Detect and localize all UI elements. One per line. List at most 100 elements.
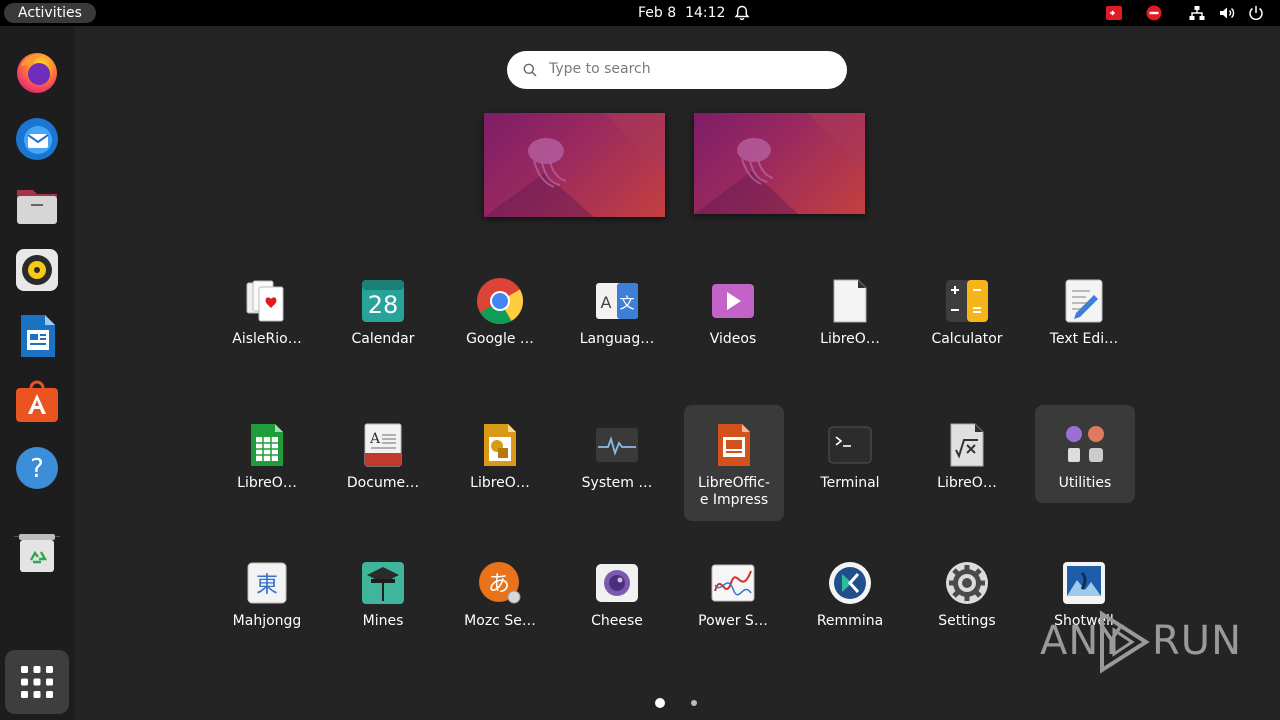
- app-mozc-setup[interactable]: あ Mozc Se…: [450, 543, 550, 659]
- app-label: Mozc Se…: [464, 613, 536, 629]
- app-videos[interactable]: Videos: [683, 261, 783, 377]
- app-label: LibreO…: [937, 475, 997, 491]
- svg-text:東: 東: [256, 573, 278, 598]
- app-label: AisleRio…: [232, 331, 302, 347]
- dock: ?: [0, 26, 74, 720]
- terminal-icon: [828, 426, 872, 464]
- svg-text:?: ?: [30, 454, 44, 484]
- app-label: LibreO…: [237, 475, 297, 491]
- search-icon: [523, 63, 537, 77]
- app-google-chrome[interactable]: Google …: [450, 261, 550, 377]
- app-terminal[interactable]: Terminal: [800, 405, 900, 521]
- page-indicator[interactable]: [691, 700, 697, 706]
- power-icon[interactable]: [1247, 4, 1265, 22]
- rhythmbox-icon[interactable]: [13, 246, 61, 294]
- app-language-support[interactable]: A 文 Languag…: [567, 261, 667, 377]
- text-editor-icon: [1065, 279, 1103, 323]
- app-system-monitor[interactable]: System …: [567, 405, 667, 521]
- svg-text:A: A: [369, 431, 381, 447]
- svg-text:文: 文: [619, 294, 634, 312]
- app-mahjongg[interactable]: 東 Mahjongg: [217, 543, 317, 659]
- help-icon[interactable]: ?: [13, 444, 61, 492]
- app-text-editor[interactable]: Text Edi…: [1034, 261, 1134, 377]
- app-label: Google …: [466, 331, 534, 347]
- show-apps-icon: [21, 666, 53, 698]
- app-label: Videos: [709, 331, 757, 347]
- app-mines[interactable]: Mines: [333, 543, 433, 659]
- app-folder-utilities[interactable]: Utilities: [1035, 405, 1135, 503]
- jellyfish-wallpaper-icon: [484, 113, 665, 217]
- videos-icon: [712, 284, 754, 318]
- libreoffice-math-icon: [950, 423, 984, 467]
- app-center-icon[interactable]: [13, 378, 61, 426]
- chrome-icon: [477, 278, 524, 324]
- remmina-icon: [829, 562, 871, 604]
- app-libreoffice[interactable]: LibreO…: [800, 261, 900, 377]
- system-monitor-icon: [596, 428, 638, 462]
- app-label: System …: [581, 475, 653, 491]
- app-aisleriot[interactable]: AisleRio…: [217, 261, 317, 377]
- firefox-icon[interactable]: [13, 48, 61, 96]
- libreoffice-calc-icon: [251, 424, 283, 466]
- app-label: Mines: [362, 613, 404, 629]
- language-icon: A 文: [596, 283, 638, 319]
- volume-icon[interactable]: [1218, 4, 1236, 22]
- app-document-viewer[interactable]: A Docume…: [333, 405, 433, 521]
- app-calculator[interactable]: Calculator: [917, 261, 1017, 377]
- app-label: Text Edi…: [1049, 331, 1119, 347]
- mahjongg-icon: 東: [247, 562, 287, 604]
- calculator-icon: [946, 280, 988, 322]
- mines-icon: [362, 562, 404, 604]
- app-label: Languag…: [579, 331, 655, 347]
- app-libreoffice-draw[interactable]: LibreO…: [450, 405, 550, 521]
- anyrun-watermark: ANY RUN: [1040, 610, 1242, 674]
- app-calendar[interactable]: 28 Calendar: [333, 261, 433, 377]
- libreoffice-writer-icon[interactable]: [13, 312, 61, 360]
- app-label: LibreO…: [820, 331, 880, 347]
- workspace-thumbnail-2[interactable]: [694, 113, 865, 214]
- app-label: Mahjongg: [232, 613, 302, 629]
- app-label: LibreOffic- e Impress: [684, 475, 784, 509]
- svg-text:A: A: [601, 293, 612, 312]
- network-wired-icon[interactable]: [1188, 4, 1206, 22]
- shotwell-icon: [1063, 562, 1105, 604]
- app-settings[interactable]: Settings: [917, 543, 1017, 659]
- app-remmina[interactable]: Remmina: [800, 543, 900, 659]
- libreoffice-icon: [833, 279, 867, 323]
- app-libreoffice-calc[interactable]: LibreO…: [217, 405, 317, 521]
- notification-bell-icon[interactable]: [733, 4, 751, 22]
- show-apps-button[interactable]: [5, 650, 69, 714]
- trash-icon[interactable]: [13, 528, 61, 576]
- app-cheese[interactable]: Cheese: [567, 543, 667, 659]
- app-libreoffice-impress[interactable]: LibreOffic- e Impress: [684, 405, 784, 521]
- watermark-text-right: RUN: [1152, 618, 1242, 664]
- top-bar: Activities Feb 8 14:12: [0, 0, 1280, 26]
- date-label: Feb 8: [638, 5, 677, 21]
- workspace-thumbnail-1[interactable]: [484, 113, 665, 217]
- search-field[interactable]: Type to search: [507, 51, 847, 89]
- page-indicator-active[interactable]: [655, 698, 665, 708]
- calendar-icon: 28: [362, 280, 404, 322]
- cheese-icon: [596, 564, 638, 602]
- app-label: Settings: [938, 613, 996, 629]
- app-label-line1: LibreOffic-: [698, 475, 770, 491]
- activities-button[interactable]: Activities: [4, 3, 96, 23]
- app-label: Terminal: [820, 475, 880, 491]
- jellyfish-wallpaper-icon: [694, 113, 865, 214]
- do-not-disturb-icon[interactable]: [1145, 4, 1163, 22]
- app-label-line2: e Impress: [699, 492, 769, 508]
- libreoffice-draw-icon: [484, 424, 516, 466]
- app-label: Calendar: [351, 331, 415, 347]
- app-label: Power S…: [698, 613, 768, 629]
- app-label: Utilities: [1058, 475, 1112, 491]
- files-icon[interactable]: [13, 180, 61, 228]
- app-label: Remmina: [816, 613, 884, 629]
- aisleriot-cards-icon: [246, 280, 284, 322]
- app-libreoffice-math[interactable]: LibreO…: [917, 405, 1017, 521]
- clock[interactable]: Feb 8 14:12: [638, 3, 725, 23]
- power-statistics-icon: [711, 564, 755, 602]
- recording-indicator-icon[interactable]: [1105, 4, 1123, 22]
- settings-icon: [946, 562, 988, 604]
- thunderbird-icon[interactable]: [13, 114, 61, 162]
- app-power-statistics[interactable]: Power S…: [683, 543, 783, 659]
